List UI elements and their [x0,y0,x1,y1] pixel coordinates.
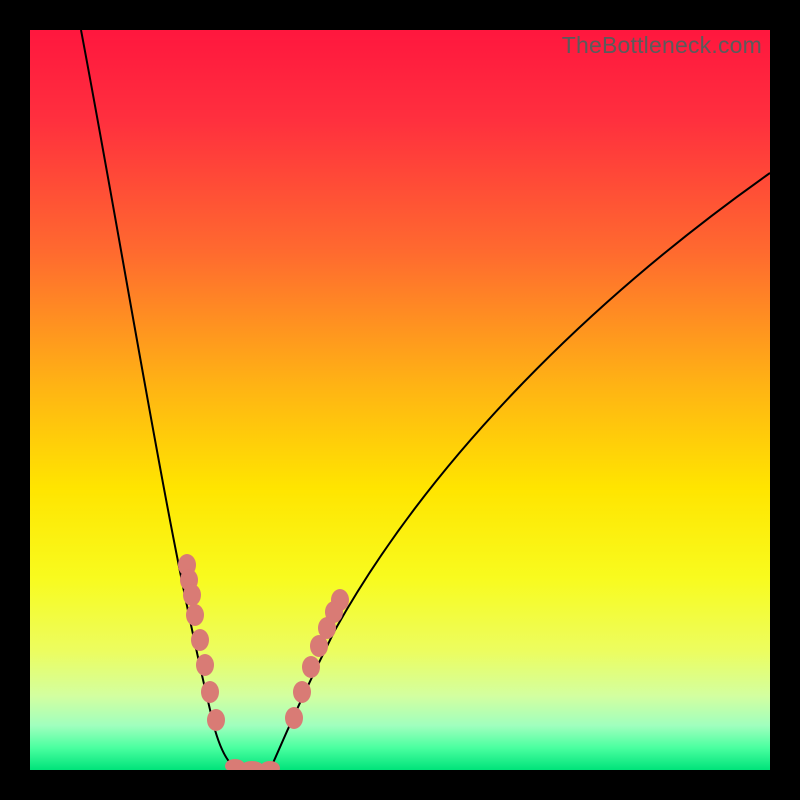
data-marker [186,604,204,626]
curve-layer [30,30,770,770]
data-marker [207,709,225,731]
data-marker [293,681,311,703]
data-marker [191,629,209,651]
data-marker [201,681,219,703]
data-marker [302,656,320,678]
data-marker [183,584,201,606]
data-marker [285,707,303,729]
data-marker [310,635,328,657]
plot-area: TheBottleneck.com [30,30,770,770]
markers-flat [225,759,280,770]
curve-right-branch [270,173,770,770]
data-marker [260,761,280,770]
watermark-text: TheBottleneck.com [562,32,762,59]
markers-right [285,589,349,729]
markers-left [178,554,225,731]
curve-left-branch [81,30,240,770]
data-marker [196,654,214,676]
